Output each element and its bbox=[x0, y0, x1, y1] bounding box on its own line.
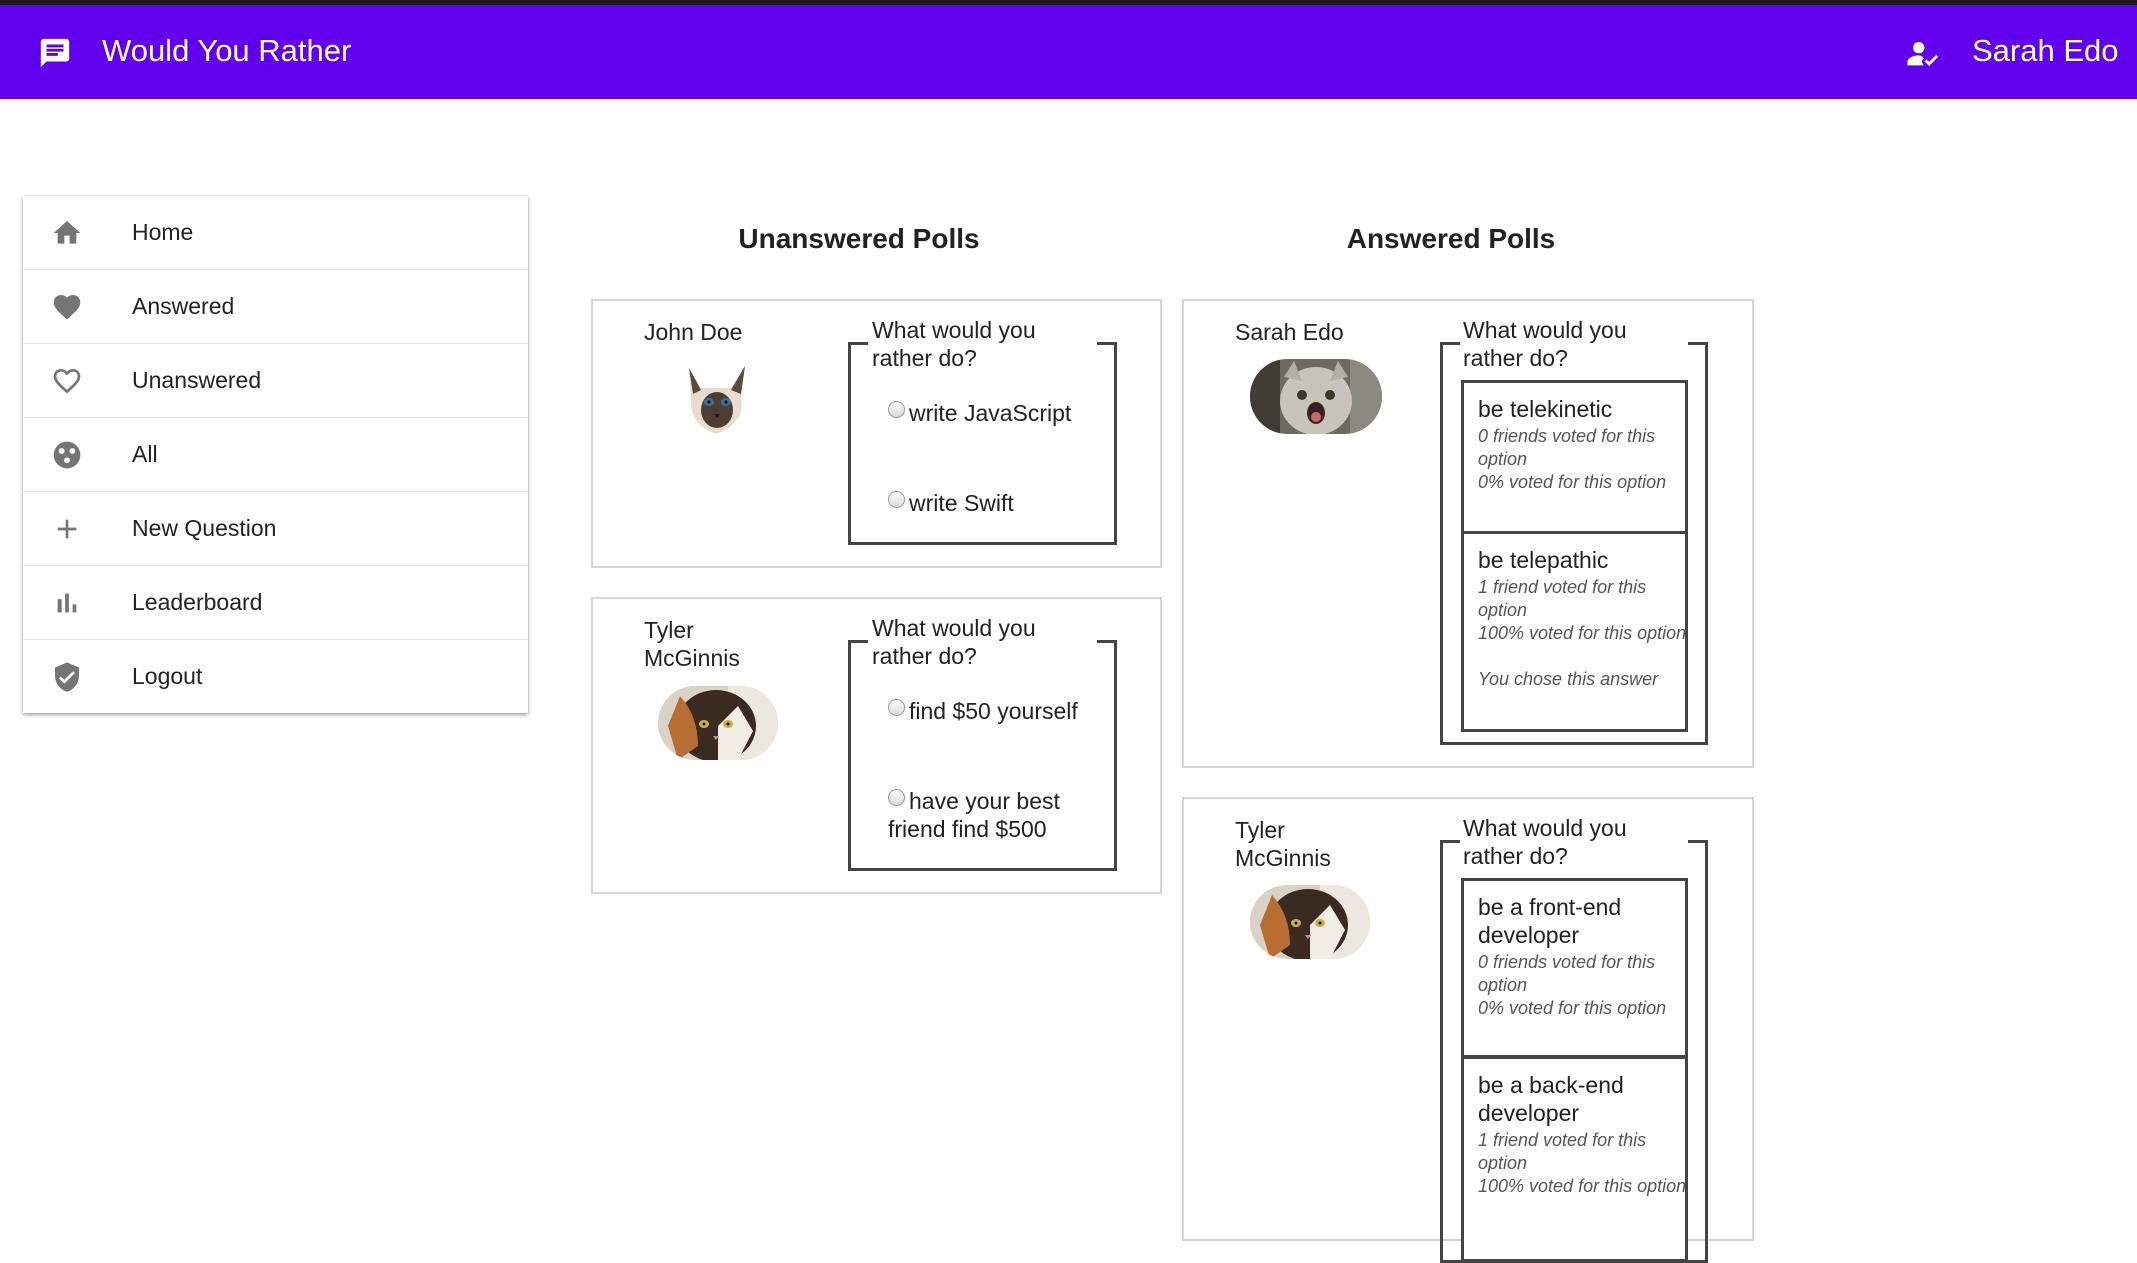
plus-icon bbox=[57, 519, 77, 539]
avatar bbox=[658, 686, 778, 760]
question-legend: What would you rather do? bbox=[1461, 316, 1655, 372]
radio-button[interactable] bbox=[888, 401, 905, 418]
calico-cat-avatar bbox=[1250, 885, 1370, 959]
heart-filled-icon bbox=[53, 295, 81, 320]
all-circles-icon bbox=[53, 441, 81, 469]
radio-button[interactable] bbox=[888, 699, 905, 716]
sidebar-item-unanswered[interactable]: Unanswered bbox=[23, 344, 528, 418]
option-text: be a front-end developer bbox=[1478, 894, 1622, 948]
app-bar: Would You Rather Sarah Edo bbox=[0, 5, 2137, 99]
answered-polls-title: Answered Polls bbox=[1346, 223, 1556, 254]
radio-option[interactable]: find $50 yourself bbox=[888, 697, 1088, 725]
sidebar-item-label: Home bbox=[132, 219, 194, 245]
sidebar-item-label: Unanswered bbox=[132, 367, 262, 393]
question-legend: What would you rather do? bbox=[1461, 814, 1655, 870]
option-label: have your best friend find $500 bbox=[888, 788, 1060, 842]
sidebar-item-logout[interactable]: Logout bbox=[23, 640, 528, 713]
sidebar-item-leaderboard[interactable]: Leaderboard bbox=[23, 566, 528, 640]
home-icon bbox=[53, 221, 81, 244]
radio-option[interactable]: write Swift bbox=[888, 489, 1088, 517]
answer-result-box-chosen: be telepathic 1 friend voted for this op… bbox=[1461, 531, 1688, 732]
sidebar-item-all[interactable]: All bbox=[23, 418, 528, 492]
sidebar-item-answered[interactable]: Answered bbox=[23, 270, 528, 344]
bar-chart-icon bbox=[57, 593, 77, 613]
screaming-cat-avatar bbox=[1250, 359, 1382, 434]
radio-button[interactable] bbox=[888, 491, 905, 508]
user-check-icon[interactable] bbox=[1906, 37, 1940, 71]
vote-count-text: 0 friends voted for this option bbox=[1478, 952, 1656, 995]
heart-outline-icon bbox=[53, 369, 81, 394]
option-label: write JavaScript bbox=[909, 400, 1072, 426]
poll-author: Sarah Edo bbox=[1235, 319, 1344, 345]
sidebar-item-label: Logout bbox=[132, 663, 203, 689]
siamese-cat-avatar bbox=[671, 358, 761, 435]
app-title: Would You Rather bbox=[102, 33, 352, 68]
question-legend: What would you rather do? bbox=[870, 316, 1064, 372]
radio-button[interactable] bbox=[888, 789, 905, 806]
sidebar-nav: Home Answered Unanswered All New Questio… bbox=[23, 196, 528, 713]
option-text: be telepathic bbox=[1478, 547, 1609, 573]
option-text: be a back-end developer bbox=[1478, 1072, 1624, 1126]
sidebar-item-home[interactable]: Home bbox=[23, 196, 528, 270]
answered-poll-card[interactable]: Sarah Edo What would you rather do? be t… bbox=[1182, 299, 1754, 768]
option-label: find $50 yourself bbox=[909, 698, 1078, 724]
poll-author: Tyler McGinnis bbox=[1235, 817, 1331, 871]
vote-count-text: 1 friend voted for this option bbox=[1478, 1130, 1647, 1173]
sidebar-item-new-question[interactable]: New Question bbox=[23, 492, 528, 566]
option-label: write Swift bbox=[909, 490, 1014, 516]
answer-result-box: be a front-end developer 0 friends voted… bbox=[1461, 878, 1688, 1058]
vote-count-text: 0 friends voted for this option bbox=[1478, 426, 1656, 469]
sidebar-item-label: Leaderboard bbox=[132, 589, 263, 615]
option-text: be telekinetic bbox=[1478, 396, 1613, 422]
question-legend: What would you rather do? bbox=[870, 614, 1064, 670]
vote-percent-text: 100% voted for this option bbox=[1478, 1176, 1687, 1196]
answer-result-box: be telekinetic 0 friends voted for this … bbox=[1461, 380, 1688, 534]
calico-cat-avatar bbox=[658, 686, 778, 760]
sidebar-item-label: Answered bbox=[132, 293, 235, 319]
answered-poll-card[interactable]: Tyler McGinnis What would you rather do?… bbox=[1182, 797, 1754, 1263]
avatar bbox=[1250, 885, 1370, 959]
poll-author: Tyler McGinnis bbox=[644, 617, 740, 671]
avatar bbox=[1250, 359, 1382, 434]
chosen-answer-text: You chose this answer bbox=[1478, 669, 1659, 689]
answer-result-box: be a back-end developer 1 friend voted f… bbox=[1461, 1056, 1688, 1262]
vote-percent-text: 0% voted for this option bbox=[1478, 998, 1667, 1018]
radio-option[interactable]: have your best friend find $500 bbox=[888, 787, 1098, 843]
vote-percent-text: 100% voted for this option bbox=[1478, 623, 1687, 643]
current-user-name[interactable]: Sarah Edo bbox=[1972, 33, 2119, 69]
shield-check-icon bbox=[55, 662, 79, 692]
vote-percent-text: 0% voted for this option bbox=[1478, 472, 1667, 492]
unanswered-poll-card[interactable]: John Doe What would you rather do? write… bbox=[591, 299, 1162, 568]
sidebar-item-label: All bbox=[132, 441, 158, 467]
radio-option[interactable]: write JavaScript bbox=[888, 399, 1088, 427]
vote-count-text: 1 friend voted for this option bbox=[1478, 577, 1647, 620]
unanswered-polls-title: Unanswered Polls bbox=[738, 223, 980, 254]
unanswered-poll-card[interactable]: Tyler McGinnis What would you rather do?… bbox=[591, 597, 1162, 894]
sidebar-item-label: New Question bbox=[132, 515, 277, 541]
avatar bbox=[671, 358, 761, 435]
chat-bubble-icon[interactable] bbox=[38, 36, 72, 70]
poll-author: John Doe bbox=[644, 319, 743, 345]
